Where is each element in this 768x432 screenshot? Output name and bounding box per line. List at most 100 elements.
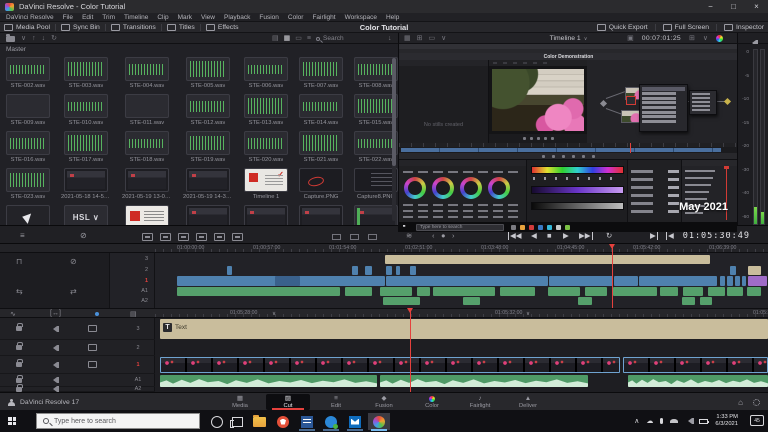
media-clip[interactable]: STE-019.wav	[183, 131, 233, 168]
tray-expand-icon[interactable]: ∧	[634, 417, 639, 425]
battery-icon[interactable]	[699, 418, 710, 424]
media-clip[interactable]: Capture.PNG	[299, 168, 343, 205]
clip-segment[interactable]	[549, 276, 613, 286]
clip-segment[interactable]	[385, 255, 710, 264]
media-pool-scrollbar[interactable]	[392, 58, 396, 221]
lower-timeline-ruler[interactable]: ∿ [↔] ▤ 01:05:28:00 01:05:32:00 01:05:36:0…	[0, 308, 768, 318]
lower-timeline-content[interactable]: T Text	[155, 318, 768, 392]
tools-icon[interactable]: ⊞	[689, 33, 695, 44]
play-button[interactable]: ▶	[563, 231, 569, 240]
page-tab-cut[interactable]: ▨ Cut	[266, 394, 310, 410]
media-thumb-wave[interactable]	[6, 168, 50, 192]
media-thumb-wave[interactable]	[299, 57, 343, 81]
color-wheel-icon[interactable]	[716, 35, 723, 42]
clip-segment[interactable]	[396, 266, 400, 275]
upper-ruler-scale[interactable]: 01:00:00:00 01:00:57:00 01:01:54:00 01:02:5…	[155, 244, 768, 252]
media-clip[interactable]: STE-018.wav	[122, 131, 172, 168]
media-clip[interactable]: STE-014.wav	[299, 94, 343, 131]
clip-segment[interactable]	[433, 287, 495, 296]
media-clip[interactable]: STE-021.wav	[299, 131, 343, 168]
clip-segment[interactable]	[682, 297, 695, 305]
text-clip[interactable]: T Text	[160, 319, 768, 339]
media-thumb-wave[interactable]	[299, 131, 343, 155]
clip-segment[interactable]	[735, 276, 740, 286]
smart-insert-icon[interactable]	[142, 233, 153, 241]
media-thumb-blank[interactable]	[125, 94, 169, 118]
page-tab-deliver[interactable]: ▲ Deliver	[506, 394, 550, 410]
file-explorer-button[interactable]	[248, 413, 270, 430]
clip-segment[interactable]	[613, 287, 657, 296]
media-clip[interactable]: 2021-05-18 14-50-...	[61, 168, 111, 205]
menu-item-davinci-resolve[interactable]: DaVinci Resolve	[6, 14, 54, 21]
menu-item-help[interactable]: Help	[386, 14, 399, 21]
upper-timeline-content[interactable]	[155, 253, 768, 308]
next-edit-button[interactable]: ▶	[650, 231, 658, 240]
clip-segment[interactable]	[275, 276, 300, 286]
timeline-view-option-icon[interactable]	[368, 234, 377, 240]
scrollbar-thumb[interactable]	[392, 58, 396, 166]
media-thumb-video[interactable]	[299, 205, 343, 225]
timeline-view-option-icon[interactable]	[350, 234, 359, 240]
clip-segment[interactable]	[383, 297, 420, 305]
audio-clip[interactable]	[160, 375, 377, 387]
clip-segment[interactable]	[177, 287, 340, 296]
media-clip[interactable]: STE-013.wav	[244, 94, 288, 131]
toolbar-button-sync-bin[interactable]: Sync Bin	[61, 24, 100, 31]
mixer-icon[interactable]: ≋	[406, 231, 412, 240]
split-clip-icon[interactable]: ⊘	[80, 231, 87, 240]
media-thumb-timeline[interactable]	[244, 168, 288, 192]
lock-icon[interactable]	[16, 342, 23, 350]
media-clip[interactable]: STE-011.wav	[122, 94, 172, 131]
clip-segment[interactable]	[742, 276, 746, 286]
media-thumb-wave[interactable]	[64, 131, 108, 155]
filmstrip-view-icon[interactable]: ▭	[295, 33, 302, 44]
upper-timeline-ruler[interactable]: 01:00:00:00 01:00:57:00 01:01:54:00 01:02:5…	[0, 244, 768, 253]
media-thumb-wave[interactable]	[6, 57, 50, 81]
clip-segment[interactable]	[683, 287, 703, 296]
mute-speaker-icon[interactable]	[50, 325, 59, 332]
cortana-button[interactable]	[206, 413, 228, 430]
clip-segment[interactable]	[365, 266, 372, 275]
curve-tool-icon[interactable]: ∿	[10, 310, 16, 318]
media-clip[interactable]	[244, 205, 288, 225]
monitor-icon[interactable]	[88, 344, 97, 351]
menu-item-clip[interactable]: Clip	[157, 14, 168, 21]
clip-segment[interactable]	[727, 287, 743, 296]
media-clip[interactable]: STE-017.wav	[61, 131, 111, 168]
play-reverse-button[interactable]: ◀	[531, 231, 537, 240]
audio-clip[interactable]	[380, 375, 588, 387]
prev-edit-button[interactable]: ◀	[666, 231, 674, 240]
mute-speaker-icon[interactable]	[50, 361, 59, 368]
viewer-video[interactable]: Color Demonstration No stills created Ma…	[398, 44, 737, 232]
toolbar-button-transitions[interactable]: Transitions	[110, 24, 156, 31]
media-clip[interactable]: STE-016.wav	[6, 131, 50, 168]
media-clip[interactable]: STE-002.wav	[6, 57, 50, 94]
track-header-1[interactable]: 1	[0, 356, 155, 374]
lock-icon[interactable]	[16, 323, 23, 331]
media-clip[interactable]: STE-020.wav	[244, 131, 288, 168]
strip-view-icon[interactable]: ▤	[272, 33, 279, 44]
source-overwrite-icon[interactable]	[232, 233, 243, 241]
track-header-2[interactable]: 2	[0, 340, 155, 356]
effects-tool-icon[interactable]: ⊘	[70, 257, 77, 266]
media-clip[interactable]: 2021-05-19 13-09-...	[122, 168, 172, 205]
loop-icon[interactable]: ↻	[606, 231, 612, 240]
clip-segment[interactable]	[727, 276, 733, 286]
swap-clips-icon[interactable]: ⇆	[16, 287, 23, 296]
media-thumb-hsl[interactable]: HSL ∨	[64, 205, 108, 225]
sort-icon[interactable]: ↓	[388, 33, 392, 44]
media-pool-search[interactable]: Search	[316, 34, 344, 43]
browser-button[interactable]	[272, 413, 294, 430]
media-clip[interactable]: 2021-05-19 14-31-...	[183, 168, 233, 205]
page-tab-edit[interactable]: ≡ Edit	[314, 394, 358, 410]
media-thumb-video[interactable]	[64, 168, 108, 192]
jog-dot-icon[interactable]: ●	[441, 231, 446, 240]
menu-item-playback[interactable]: Playback	[224, 14, 250, 21]
page-tab-fusion[interactable]: ◆ Fusion	[362, 394, 406, 410]
upper-playhead[interactable]	[609, 244, 615, 308]
media-clip[interactable]	[299, 205, 343, 225]
clip-segment[interactable]	[700, 297, 712, 305]
lock-icon[interactable]	[16, 359, 23, 367]
mute-speaker-icon[interactable]	[50, 377, 59, 383]
clip-segment[interactable]	[708, 287, 725, 296]
